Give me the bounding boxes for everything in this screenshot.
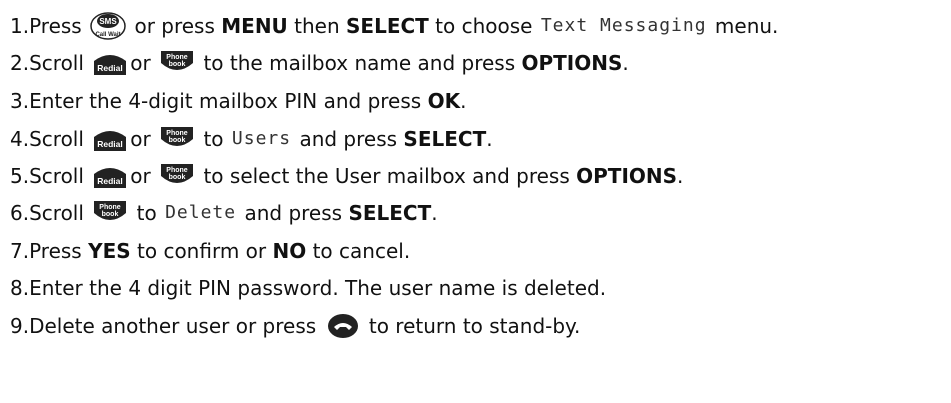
step-text: Scroll — [29, 51, 91, 75]
step-8: 8. Enter the 4 digit PIN password. The us… — [10, 273, 606, 303]
display-text: Delete — [165, 202, 237, 223]
step-4: 4. Scroll Redial or Phone book to Users and… — [10, 124, 493, 154]
svg-text:Redial: Redial — [98, 176, 124, 186]
step-text: to — [130, 201, 164, 225]
step-6: 6. Scroll Phone book to Delete and press S… — [10, 198, 438, 228]
step-text: to — [197, 127, 230, 151]
svg-text:book: book — [169, 137, 186, 144]
step-1: 1. Press SMS Call Wait or press MENU then … — [10, 11, 778, 41]
step-text: Scroll — [29, 164, 91, 188]
step-text: or — [130, 164, 158, 188]
step-text: Scroll — [29, 127, 91, 151]
phonebook-key-icon: Phone book — [92, 199, 128, 227]
step-text: . — [431, 201, 438, 225]
step-text: then — [287, 14, 347, 38]
step-2: 2. Scroll Redial or Phone book to the mailb… — [10, 48, 629, 78]
key-name: OPTIONS — [576, 164, 678, 188]
step-text: . — [486, 127, 493, 151]
svg-text:Call Wait: Call Wait — [96, 32, 121, 38]
step-number: 1. — [10, 14, 30, 38]
key-name: OPTIONS — [521, 51, 623, 75]
redial-key-icon: Redial — [92, 49, 128, 77]
svg-text:book: book — [169, 174, 186, 181]
redial-key-icon: Redial — [92, 125, 128, 153]
redial-key-icon: Redial — [92, 162, 128, 190]
svg-text:Redial: Redial — [98, 63, 124, 73]
step-number: 9. — [10, 314, 30, 338]
svg-text:Phone: Phone — [100, 204, 121, 211]
phonebook-key-icon: Phone book — [159, 49, 195, 77]
step-text: to confirm or — [130, 239, 273, 263]
svg-text:book: book — [102, 211, 119, 218]
step-text: Enter the 4 digit PIN password. The user… — [29, 276, 607, 300]
step-text: menu. — [708, 14, 779, 38]
key-name: SELECT — [403, 127, 487, 151]
key-name: NO — [272, 239, 307, 263]
instruction-list: 1. Press SMS Call Wait or press MENU then … — [0, 0, 951, 403]
svg-text:Phone: Phone — [166, 54, 187, 61]
step-text: Press — [29, 239, 89, 263]
phonebook-key-icon: Phone book — [159, 162, 195, 190]
step-text: to select the User mailbox and press — [197, 164, 577, 188]
step-text: or press — [128, 14, 222, 38]
step-number: 5. — [10, 164, 30, 188]
step-3: 3. Enter the 4-digit mailbox PIN and pres… — [10, 86, 466, 116]
step-text: to the mailbox name and press — [197, 51, 522, 75]
step-text: Press — [29, 14, 89, 38]
step-text: or — [130, 51, 158, 75]
step-text: . — [622, 51, 629, 75]
step-text: Enter the 4-digit mailbox PIN and press — [29, 89, 428, 113]
step-text: and press — [238, 201, 349, 225]
step-9: 9. Delete another user or press to return… — [10, 311, 580, 341]
svg-text:book: book — [169, 61, 186, 68]
step-text: Scroll — [29, 201, 91, 225]
step-text: or — [130, 127, 158, 151]
svg-text:Phone: Phone — [166, 167, 187, 174]
display-text: Text Messaging — [540, 15, 707, 36]
step-number: 6. — [10, 201, 30, 225]
display-text: Users — [231, 128, 292, 149]
sms-callwait-key-icon: SMS Call Wait — [90, 12, 126, 40]
svg-text:Phone: Phone — [166, 130, 187, 137]
step-text: . — [677, 164, 684, 188]
step-number: 3. — [10, 89, 30, 113]
key-name: OK — [427, 89, 461, 113]
key-name: MENU — [221, 14, 288, 38]
step-text: to choose — [428, 14, 539, 38]
step-number: 8. — [10, 276, 30, 300]
svg-text:SMS: SMS — [99, 17, 117, 26]
step-number: 2. — [10, 51, 30, 75]
step-text: Delete another user or press — [29, 314, 323, 338]
step-number: 7. — [10, 239, 30, 263]
step-number: 4. — [10, 127, 30, 151]
key-name: YES — [88, 239, 131, 263]
phonebook-key-icon: Phone book — [159, 125, 195, 153]
step-text: to cancel. — [306, 239, 411, 263]
key-name: SELECT — [348, 201, 432, 225]
step-5: 5. Scroll Redial or Phone book to select th… — [10, 161, 683, 191]
key-name: SELECT — [346, 14, 429, 38]
svg-text:Redial: Redial — [98, 139, 124, 149]
end-call-key-icon — [325, 312, 361, 340]
step-text: . — [460, 89, 467, 113]
step-text: and press — [293, 127, 404, 151]
step-text: to return to stand-by. — [362, 314, 581, 338]
step-7: 7. Press YES to confirm or NO to cancel. — [10, 236, 410, 266]
